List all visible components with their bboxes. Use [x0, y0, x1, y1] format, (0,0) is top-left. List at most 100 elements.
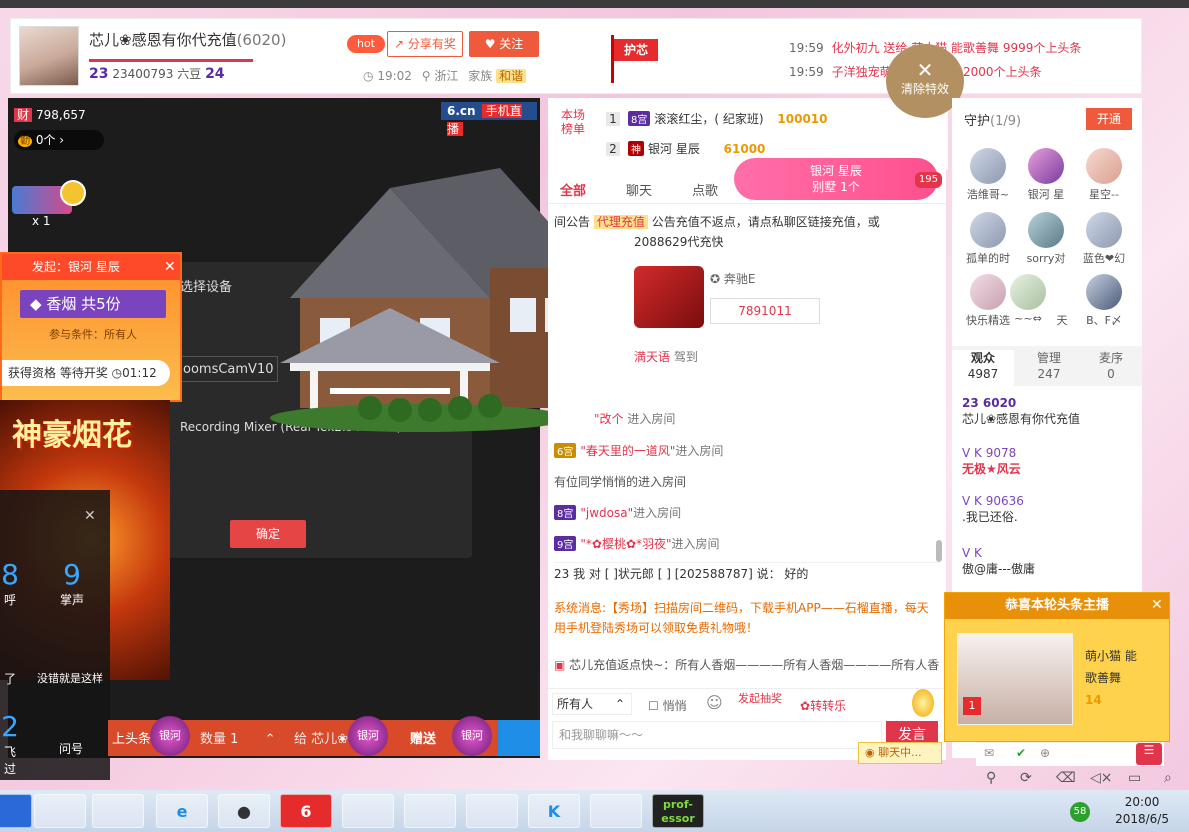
window-icon[interactable]: ▭	[1128, 770, 1141, 786]
close-icon[interactable]: ✕	[84, 508, 96, 524]
chat-text: 进入房间	[623, 412, 676, 426]
audience-user[interactable]: 23 6020 芯儿❀感恩有你代充值	[962, 396, 1080, 427]
zoom-icon[interactable]: ⊕	[1040, 746, 1050, 760]
taskbar-app-photo[interactable]	[342, 794, 394, 828]
gold-egg-icon[interactable]	[912, 689, 934, 717]
galaxy-badge: 银河	[452, 716, 492, 756]
guard-item[interactable]: B、F〆	[1076, 274, 1132, 328]
recipient-select[interactable]: 所有人 ⌃	[552, 693, 632, 715]
audience-user[interactable]: V K 90636 .我已还俗.	[962, 494, 1024, 525]
rank-row[interactable]: 1 8宫 滚滚红尘，( 纪家班) 100010	[606, 110, 828, 127]
check-icon[interactable]: ✔	[1016, 746, 1026, 760]
guard-item[interactable]: sorry对	[1018, 212, 1074, 266]
car-name: ✪ 奔驰E	[710, 270, 755, 287]
guard-item[interactable]: 天	[1048, 274, 1076, 328]
mail-icon[interactable]: ✉	[984, 746, 994, 760]
taskbar-app-pinwheel[interactable]	[590, 794, 642, 828]
taskbar-app-notepad[interactable]	[34, 794, 86, 828]
system-clock[interactable]: 20:00 2018/6/5	[1115, 794, 1169, 828]
quick-gift-1[interactable]: 8呼	[0, 558, 20, 608]
headline-label[interactable]: 上头条	[112, 728, 151, 747]
taskbar-app-k[interactable]: K	[528, 794, 580, 828]
share-button[interactable]: ↗ 分享有奖	[387, 31, 463, 57]
quick-gift-5[interactable]: 2 飞过	[0, 710, 20, 777]
gift-extra-button[interactable]	[498, 720, 540, 756]
rank-label[interactable]: 本场榜单	[558, 108, 588, 136]
guard-avatar	[1010, 274, 1046, 310]
recipient-field[interactable]: 给 芯儿❀	[294, 728, 348, 747]
quick-gift-4[interactable]: 没错就是这样	[34, 670, 106, 686]
guard-item[interactable]: 星空--	[1076, 148, 1132, 202]
user-badges: V K 9078	[962, 446, 1017, 460]
guard-item[interactable]: 浩维哥~	[960, 148, 1016, 202]
close-icon[interactable]: ✕	[164, 259, 176, 275]
taskbar-app-x[interactable]	[92, 794, 144, 828]
chat-user[interactable]: "春天里的一道风"	[580, 444, 675, 458]
tab-admins[interactable]: 管理 247	[1018, 350, 1080, 382]
chat-user[interactable]: "jwdosa"	[580, 506, 633, 520]
tab-mic-queue[interactable]: 麦序 0	[1080, 350, 1142, 382]
guard-item[interactable]: ~~⇔	[1008, 274, 1048, 325]
follow-button[interactable]: ♥ 关注	[469, 31, 539, 57]
chat-user[interactable]: "*✿樱桃✿*羽夜"	[580, 537, 671, 551]
open-guard-button[interactable]: 开通	[1086, 108, 1132, 130]
spin-label: 转转乐	[810, 699, 847, 713]
banner-name: 银河 星辰	[810, 164, 862, 178]
lottery-button[interactable]: 发起抽奖	[738, 693, 788, 704]
tray-notify-count[interactable]: 58	[1070, 802, 1090, 822]
message-icon[interactable]: ☰	[1136, 743, 1162, 765]
guard-item[interactable]: 银河 星	[1018, 148, 1074, 202]
rank-name: 银河 星辰	[648, 142, 700, 156]
audience-user[interactable]: V K 9078 无极★风云	[962, 446, 1021, 477]
family-tag[interactable]: 和谐	[496, 69, 527, 83]
confirm-button[interactable]: 确定	[230, 520, 306, 548]
guard-item[interactable]: 孤单的时	[960, 212, 1016, 266]
camera-select[interactable]: oomsCamV10	[178, 356, 278, 382]
tab-all[interactable]: 全部	[560, 180, 586, 199]
tab-songs[interactable]: 点歌	[692, 180, 718, 199]
trash-icon[interactable]: ⌫	[1056, 770, 1076, 786]
pin-icon[interactable]: ⚲	[986, 770, 996, 786]
quantity-field[interactable]: 数量 1 ⌃	[200, 728, 275, 747]
spin-button[interactable]: ✿转转乐	[800, 697, 846, 714]
tab-chat[interactable]: 聊天	[626, 180, 652, 199]
lottery-initiator: 发起：银河 星辰	[2, 254, 180, 280]
taskbar-app-qq[interactable]: ●	[218, 794, 270, 828]
tab-audience[interactable]: 观众 4987	[952, 350, 1014, 386]
chat-scrollbar[interactable]	[936, 540, 942, 562]
chatting-indicator[interactable]: ◉ 聊天中...	[858, 742, 942, 764]
quick-gift-3[interactable]: 了	[0, 670, 20, 687]
audience-user[interactable]: V K 傲@庸---傲庸	[962, 546, 1035, 577]
guard-item[interactable]: 蓝色❤幻	[1076, 212, 1132, 266]
start-button[interactable]	[0, 794, 32, 828]
close-icon[interactable]: ✕	[1151, 597, 1163, 613]
chat-message: 9宫 "*✿樱桃✿*羽夜"进入房间	[554, 535, 720, 552]
taskbar-app-6cn[interactable]: 6	[280, 794, 332, 828]
taskbar-app-ie[interactable]: e	[156, 794, 208, 828]
taskbar-app-green[interactable]	[466, 794, 518, 828]
anchor-avatar[interactable]	[19, 26, 79, 86]
chat-input[interactable]: 和我聊聊嘛～～	[552, 721, 882, 749]
rank-name: 滚滚红尘，( 纪家班)	[654, 112, 764, 126]
window-top-strip	[0, 0, 1189, 8]
search-icon[interactable]: ⌕	[1164, 770, 1172, 786]
close-icon: ✕	[916, 58, 934, 82]
villa-gift-banner[interactable]: 银河 星辰 别墅 1个 195	[734, 158, 942, 200]
chat-user[interactable]: "改个	[594, 412, 624, 426]
mute-icon[interactable]: ◁×	[1090, 770, 1113, 786]
whisper-checkbox[interactable]: ☐ 悄悄	[648, 697, 687, 714]
send-gift-button[interactable]: 赠送	[410, 728, 436, 747]
emoji-icon[interactable]: ☺	[706, 693, 723, 712]
chat-user[interactable]: 満天语	[634, 350, 670, 364]
chat-message: 満天语 驾到	[634, 348, 698, 365]
quick-gift-2[interactable]: 9 掌声	[50, 558, 94, 608]
gift-multiplier: x 1	[32, 214, 51, 228]
chat-text: 进入房间	[675, 444, 724, 458]
taskbar-app-professor[interactable]: prof- essor	[652, 794, 704, 828]
quick-gift-6[interactable]: 问号	[56, 740, 86, 757]
rank-row[interactable]: 2 神银河 星辰 61000	[606, 140, 765, 157]
item-counter[interactable]: 勤 0个 ›	[14, 130, 104, 150]
taskbar-app-image[interactable]	[404, 794, 456, 828]
chat-text: 驾到	[670, 350, 698, 364]
refresh-icon[interactable]: ⟳	[1020, 770, 1032, 786]
